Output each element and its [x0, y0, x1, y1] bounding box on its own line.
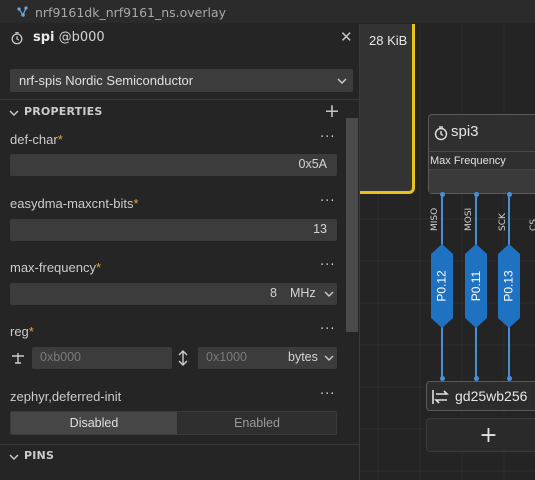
section-divider	[0, 99, 360, 100]
def-char-input[interactable]: 0x5A	[10, 154, 337, 176]
properties-section-title: PROPERTIES	[24, 105, 103, 118]
tab-title: nrf9161dk_nrf9161_ns.overlay	[35, 4, 227, 20]
zephyr-deferred-init-toggle: Disabled Enabled	[10, 411, 337, 435]
properties-section-header[interactable]: PROPERTIES +	[0, 100, 360, 125]
clock-icon	[11, 32, 23, 45]
swap-arrows-icon	[432, 390, 449, 404]
address-pin-icon	[12, 353, 24, 364]
chevron-down-icon	[324, 291, 334, 297]
pin-badge-p0-11[interactable]: P0.11	[465, 244, 487, 328]
max-frequency-menu-icon[interactable]: ···	[320, 258, 335, 273]
zephyr-deferred-init-menu-icon[interactable]: ···	[320, 387, 335, 402]
panel-title: spi @b000	[33, 30, 105, 45]
pin-label-miso: MISO	[430, 207, 440, 231]
easydma-menu-icon[interactable]: ···	[320, 194, 335, 209]
pin-badge-label: P0.12	[435, 270, 450, 302]
reg-menu-icon[interactable]: ···	[320, 322, 335, 337]
pin-badge-p0-12[interactable]: P0.12	[431, 244, 453, 328]
pin-label-sck: SCK	[498, 213, 508, 231]
reg-size-input[interactable]: 0x1000 bytes	[198, 347, 337, 369]
pins-section-title: PINS	[24, 449, 55, 462]
max-frequency-label: max-frequency*	[10, 260, 102, 275]
clock-icon	[434, 126, 448, 141]
device-node-gd25wb256[interactable]: gd25wb256	[426, 381, 535, 411]
size-arrows-icon	[178, 350, 188, 366]
panel-header: spi @b000 ✕	[0, 24, 360, 54]
memory-node[interactable]: 28 KiB	[360, 24, 415, 194]
compatible-select[interactable]: nrf-spis Nordic Semiconductor	[10, 69, 353, 92]
node-address: @b000	[58, 30, 105, 45]
file-tab[interactable]: nrf9161dk_nrf9161_ns.overlay	[0, 0, 226, 24]
easydma-maxcnt-bits-label: easydma-maxcnt-bits*	[10, 196, 139, 211]
chevron-down-icon	[9, 110, 19, 116]
def-char-label: def-char*	[10, 132, 63, 147]
properties-panel: spi @b000 ✕ nrf-spis Nordic Semiconducto…	[0, 24, 360, 480]
editor-tab-bar: nrf9161dk_nrf9161_ns.overlay	[0, 0, 535, 24]
chevron-down-icon	[337, 78, 347, 84]
option-enabled[interactable]: Enabled	[177, 412, 337, 434]
reg-label: reg*	[10, 324, 34, 339]
size-unit-select[interactable]: bytes	[288, 350, 318, 364]
devicetree-icon	[17, 6, 28, 17]
spi3-node-divider	[429, 151, 535, 152]
pins-section-header[interactable]: PINS	[0, 445, 360, 469]
close-icon[interactable]: ✕	[340, 28, 353, 46]
scrollbar[interactable]	[346, 118, 358, 332]
def-char-menu-icon[interactable]: ···	[320, 130, 335, 145]
memory-size-label: 28 KiB	[369, 33, 408, 48]
add-property-icon[interactable]: +	[324, 100, 340, 122]
option-disabled[interactable]: Disabled	[11, 412, 177, 434]
frequency-unit-select[interactable]: MHz	[290, 286, 316, 300]
compatible-value: nrf-spis Nordic Semiconductor	[19, 73, 194, 88]
zephyr-deferred-init-label: zephyr,deferred-init	[10, 389, 122, 404]
devicetree-canvas[interactable]: 28 KiB spi3 Max Frequency MISO MOSI SCK …	[360, 24, 535, 480]
chevron-down-icon	[324, 355, 334, 361]
spi3-max-frequency-label: Max Frequency	[430, 155, 506, 167]
pin-badge-p0-13[interactable]: P0.13	[498, 244, 520, 328]
spi3-node-title: spi3	[451, 123, 479, 140]
pin-badge-label: P0.11	[469, 270, 483, 302]
plus-icon: +	[479, 422, 498, 448]
pin-label-cs: CS	[529, 219, 535, 231]
add-device-button[interactable]: +	[426, 418, 535, 452]
chevron-down-icon	[9, 454, 19, 460]
max-frequency-input[interactable]: 8 MHz	[10, 283, 337, 305]
spi3-node[interactable]: spi3 Max Frequency	[428, 114, 535, 194]
device-label: gd25wb256	[455, 388, 528, 404]
easydma-maxcnt-bits-input[interactable]: 13	[10, 219, 337, 241]
spi3-max-frequency-field[interactable]	[429, 169, 535, 193]
node-name: spi	[33, 30, 55, 45]
pin-badge-label: P0.13	[502, 270, 517, 302]
pin-label-mosi: MOSI	[464, 207, 474, 231]
reg-address-input[interactable]: 0xb000	[32, 347, 172, 369]
